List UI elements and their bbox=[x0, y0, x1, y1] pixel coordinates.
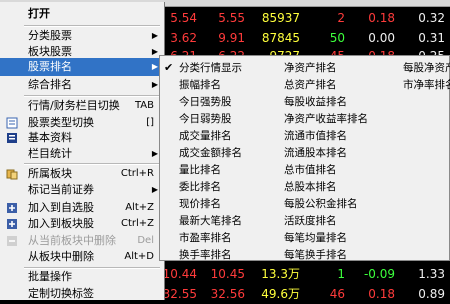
submenu-item-market-cap-rank[interactable]: 总市值排名 bbox=[284, 162, 337, 178]
change-rate: 0.00 bbox=[368, 31, 395, 45]
menu-item-label: 股票排名 bbox=[28, 60, 72, 73]
menu-item-shortcut: Alt+D bbox=[124, 251, 154, 262]
menu-item-comprehensive-ranking[interactable]: 综合排名 ▶ bbox=[0, 75, 164, 95]
menu-item-column-stats[interactable]: 栏目统计 ▶ bbox=[0, 144, 164, 164]
submenu-item-volume-rank[interactable]: 成交量排名 bbox=[179, 128, 232, 144]
submenu-item-net-assets-rank[interactable]: 净资产排名 bbox=[284, 60, 337, 76]
submenu-item-order-ratio-rank[interactable]: 委比排名 bbox=[179, 179, 221, 195]
volume: 85937 bbox=[261, 11, 300, 25]
checkmark-icon: ✔ bbox=[164, 61, 174, 74]
submenu-item-total-assets-rank[interactable]: 总资产排名 bbox=[284, 77, 337, 93]
submenu-item-volume-ratio-rank[interactable]: 量比排名 bbox=[179, 162, 221, 178]
menu-item-label: 打开 bbox=[28, 7, 50, 20]
current-volume: 1 bbox=[337, 267, 345, 281]
submenu-item-pe-rank[interactable]: 市盈率排名 bbox=[179, 230, 232, 246]
turnover: 0.31 bbox=[418, 31, 445, 45]
context-menu[interactable]: 打开 分类股票 ▶ 板块股票 ▶ 股票排名 ▶ 综合排名 ▶ 行情/财务栏目切换… bbox=[0, 2, 165, 300]
menu-item-mark-security[interactable]: 标记当前证券 ▶ bbox=[0, 180, 164, 200]
submenu-item-activity-rank[interactable]: 活跃度排名 bbox=[284, 213, 337, 229]
menu-item-custom-tabs[interactable]: 定制切换标签 bbox=[0, 284, 164, 304]
menu-item-open[interactable]: 打开 bbox=[0, 4, 164, 24]
submenu-item-float-shares-rank[interactable]: 流通股本排名 bbox=[284, 145, 347, 161]
delete-icon bbox=[7, 236, 17, 246]
quote-row[interactable]: 5.54 5.55 85937 2 0.18 0.32 bbox=[155, 8, 450, 28]
submenu-item-pb-rank[interactable]: 市净率排名 bbox=[403, 77, 450, 93]
current-volume: 2 bbox=[337, 11, 345, 25]
submenu-item-total-shares-rank[interactable]: 总股本排名 bbox=[284, 179, 337, 195]
document-icon bbox=[7, 133, 17, 143]
submenu-arrow-icon: ▶ bbox=[151, 62, 158, 71]
menu-item-delete-from-sector[interactable]: 从板块中删除 Alt+D bbox=[0, 247, 164, 267]
submenu-item-price-rank[interactable]: 现价排名 bbox=[179, 196, 221, 212]
add-sector-icon bbox=[7, 219, 17, 229]
submenu-item-eps-rank[interactable]: 每股收益排名 bbox=[284, 94, 347, 110]
submenu-arrow-icon: ▶ bbox=[151, 80, 158, 89]
volume: 87845 bbox=[261, 31, 300, 45]
menu-item-label: 从板块中删除 bbox=[28, 250, 94, 263]
sector-icon bbox=[6, 169, 18, 180]
submenu-item-weak-stocks[interactable]: 今日弱势股 bbox=[179, 111, 232, 127]
submenu-item-amount-rank[interactable]: 成交金额排名 bbox=[179, 145, 242, 161]
submenu-arrow-icon: ▶ bbox=[151, 149, 158, 158]
submenu-item-float-cap-rank[interactable]: 流通市值排名 bbox=[284, 128, 347, 144]
current-volume: 50 bbox=[329, 31, 345, 45]
ask-price: 10.45 bbox=[210, 267, 245, 281]
submenu-item-nav-per-share[interactable]: 每股净资产 bbox=[403, 60, 450, 76]
submenu-item-reserve-per-share-rank[interactable]: 每股公积金排名 bbox=[284, 196, 358, 212]
submenu-item-roe-rank[interactable]: 净资产收益率排名 bbox=[284, 111, 368, 127]
menu-item-stock-ranking[interactable]: 股票排名 ▶ bbox=[0, 58, 164, 76]
quote-row[interactable]: 32.55 32.56 49.6万 46 0.18 0.89 bbox=[155, 284, 450, 304]
add-watchlist-icon bbox=[7, 203, 17, 213]
submenu-arrow-icon: ▶ bbox=[151, 185, 158, 194]
quote-row[interactable]: 3.62 9.91 87845 50 0.00 0.31 bbox=[155, 28, 450, 48]
stock-ranking-submenu[interactable]: ✔ 分类行情显示 振幅排名 今日强势股 今日弱势股 成交量排名 成交金额排名 量… bbox=[159, 55, 450, 261]
submenu-item-strong-stocks[interactable]: 今日强势股 bbox=[179, 94, 232, 110]
submenu-item-turnover-rank[interactable]: 换手率排名 bbox=[179, 247, 232, 263]
submenu-item-classified-quotes[interactable]: 分类行情显示 bbox=[179, 60, 242, 76]
quote-row[interactable]: 10.44 10.45 13.3万 1 -0.09 1.33 bbox=[155, 264, 450, 284]
submenu-item-avg-lot-rank[interactable]: 每笔均量排名 bbox=[284, 230, 347, 246]
change-rate: 0.18 bbox=[368, 11, 395, 25]
turnover: 1.33 bbox=[418, 267, 445, 281]
change-rate: -0.09 bbox=[363, 267, 395, 281]
submenu-item-amplitude-rank[interactable]: 振幅排名 bbox=[179, 77, 221, 93]
ask-price: 9.91 bbox=[218, 31, 245, 45]
volume: 13.3万 bbox=[261, 267, 300, 281]
menu-item-label: 标记当前证券 bbox=[28, 183, 94, 196]
turnover: 0.32 bbox=[418, 11, 445, 25]
menu-item-label: 综合排名 bbox=[28, 78, 72, 91]
menu-item-label: 栏目统计 bbox=[28, 147, 72, 160]
ask-price: 5.55 bbox=[218, 11, 245, 25]
submenu-item-big-trade-rank[interactable]: 最新大笔排名 bbox=[179, 213, 242, 229]
submenu-item-turnover-per-trade-rank[interactable]: 每笔换手排名 bbox=[284, 247, 347, 263]
menu-item-label: 定制切换标签 bbox=[28, 287, 94, 300]
